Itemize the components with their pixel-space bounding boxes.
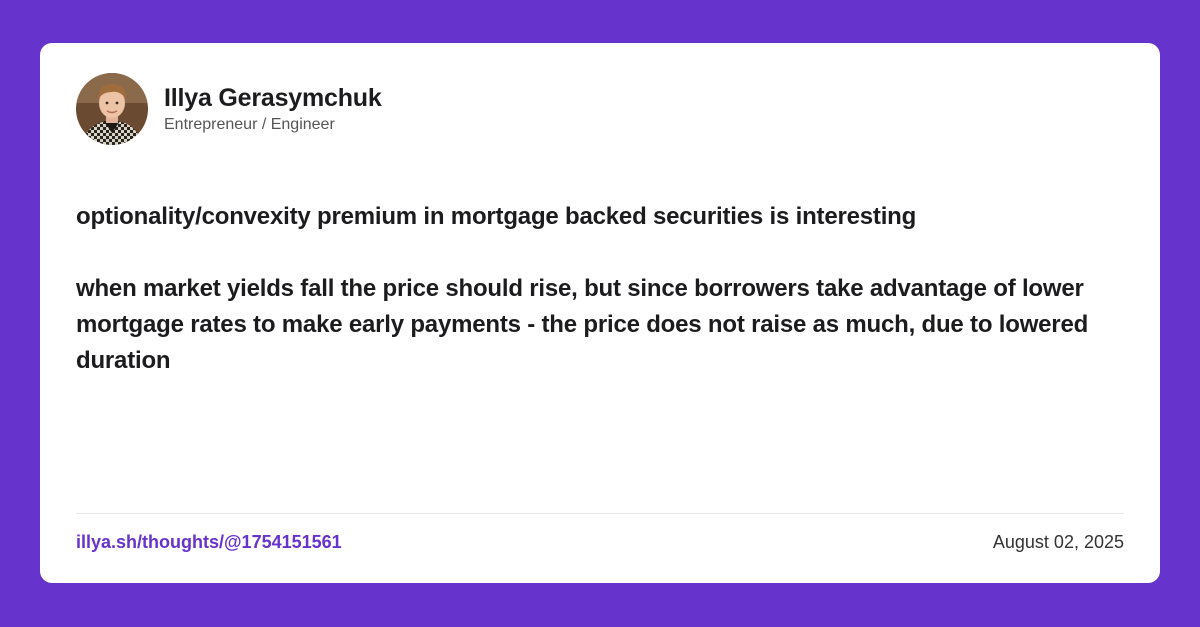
author-name: Illya Gerasymchuk	[164, 84, 382, 112]
author-role: Entrepreneur / Engineer	[164, 116, 335, 133]
avatar	[76, 73, 148, 145]
post-paragraph: when market yields fall the price should…	[76, 275, 1089, 374]
avatar-photo-icon	[76, 73, 148, 145]
author-header: Illya Gerasymchuk Entrepreneur / Enginee…	[76, 73, 382, 145]
thought-card: Illya Gerasymchuk Entrepreneur / Enginee…	[40, 43, 1160, 583]
author-info: Illya Gerasymchuk Entrepreneur / Enginee…	[164, 83, 382, 135]
post-body: optionality/convexity premium in mortgag…	[76, 199, 1126, 379]
post-paragraph: optionality/convexity premium in mortgag…	[76, 203, 917, 230]
post-date: August 02, 2025	[992, 532, 1124, 552]
permalink[interactable]: illya.sh/thoughts/@1754151561	[76, 530, 342, 554]
footer-divider	[76, 513, 1124, 514]
